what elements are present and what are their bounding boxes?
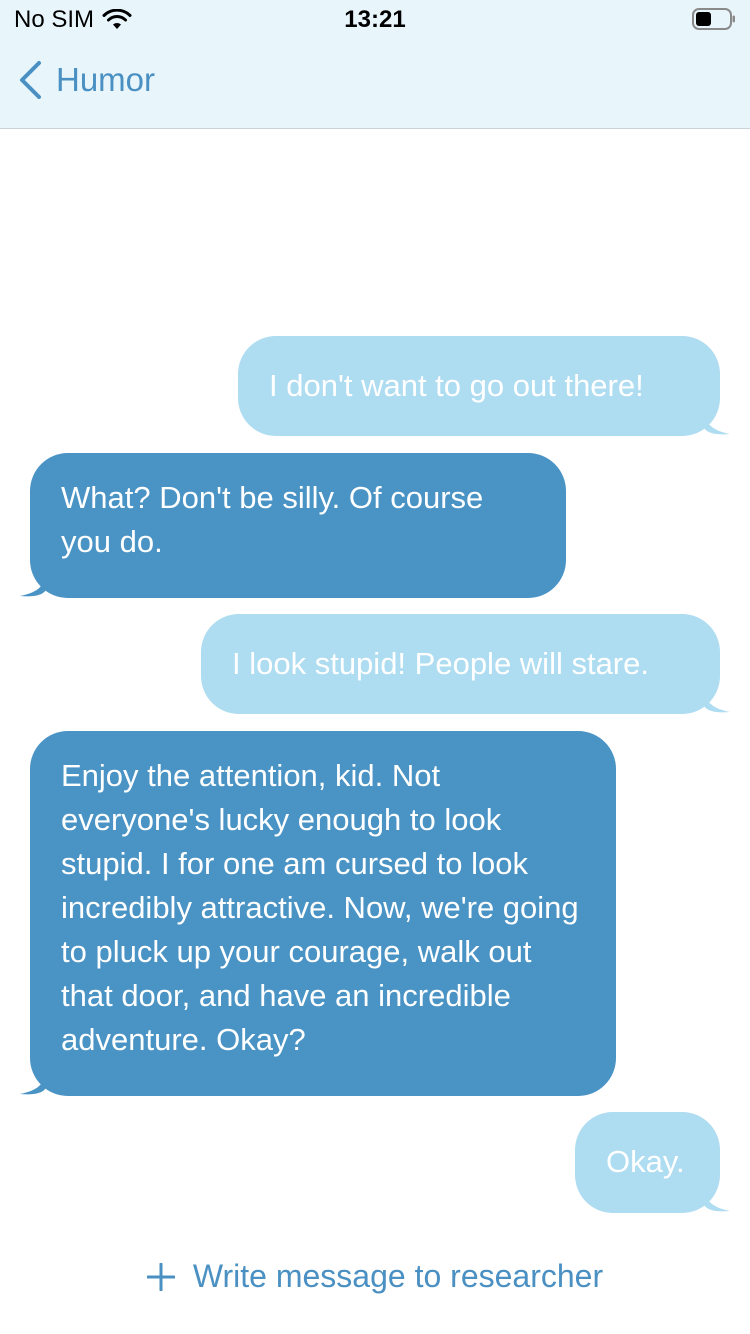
- top-bar: No SIM 13:21 Humor: [0, 0, 750, 129]
- bubble-tail: [704, 408, 730, 435]
- bubble-tail: [20, 1068, 46, 1095]
- message-bubble-outgoing: Okay.: [575, 1112, 730, 1213]
- status-time: 13:21: [344, 6, 406, 33]
- status-bar: No SIM 13:21: [0, 0, 750, 42]
- navigation-bar: Humor: [0, 42, 750, 128]
- write-message-button[interactable]: Write message to researcher: [0, 1258, 750, 1295]
- message-text: I don't want to go out there!: [269, 368, 644, 403]
- battery-icon: [692, 8, 735, 30]
- chevron-left-icon: [20, 61, 41, 99]
- message-bubble-incoming: What? Don't be silly. Of course you do.: [20, 453, 566, 598]
- message-text: Enjoy the attention, kid. Not everyone's…: [61, 758, 579, 1057]
- bubble-tail: [704, 686, 730, 713]
- bubble-tail: [20, 570, 46, 597]
- bubble-tail: [704, 1185, 730, 1212]
- plus-icon: [146, 1262, 175, 1291]
- message-text: What? Don't be silly. Of course you do.: [61, 480, 484, 559]
- message-text: I look stupid! People will stare.: [232, 646, 649, 681]
- back-button[interactable]: Humor: [18, 60, 155, 100]
- message-bubble-outgoing: I look stupid! People will stare.: [201, 614, 730, 714]
- message-bubble-outgoing: I don't want to go out there!: [238, 336, 730, 436]
- message-text: Okay.: [606, 1144, 685, 1179]
- back-label: Humor: [56, 61, 156, 98]
- message-bubble-incoming: Enjoy the attention, kid. Not everyone's…: [20, 731, 616, 1096]
- write-message-label: Write message to researcher: [192, 1258, 604, 1294]
